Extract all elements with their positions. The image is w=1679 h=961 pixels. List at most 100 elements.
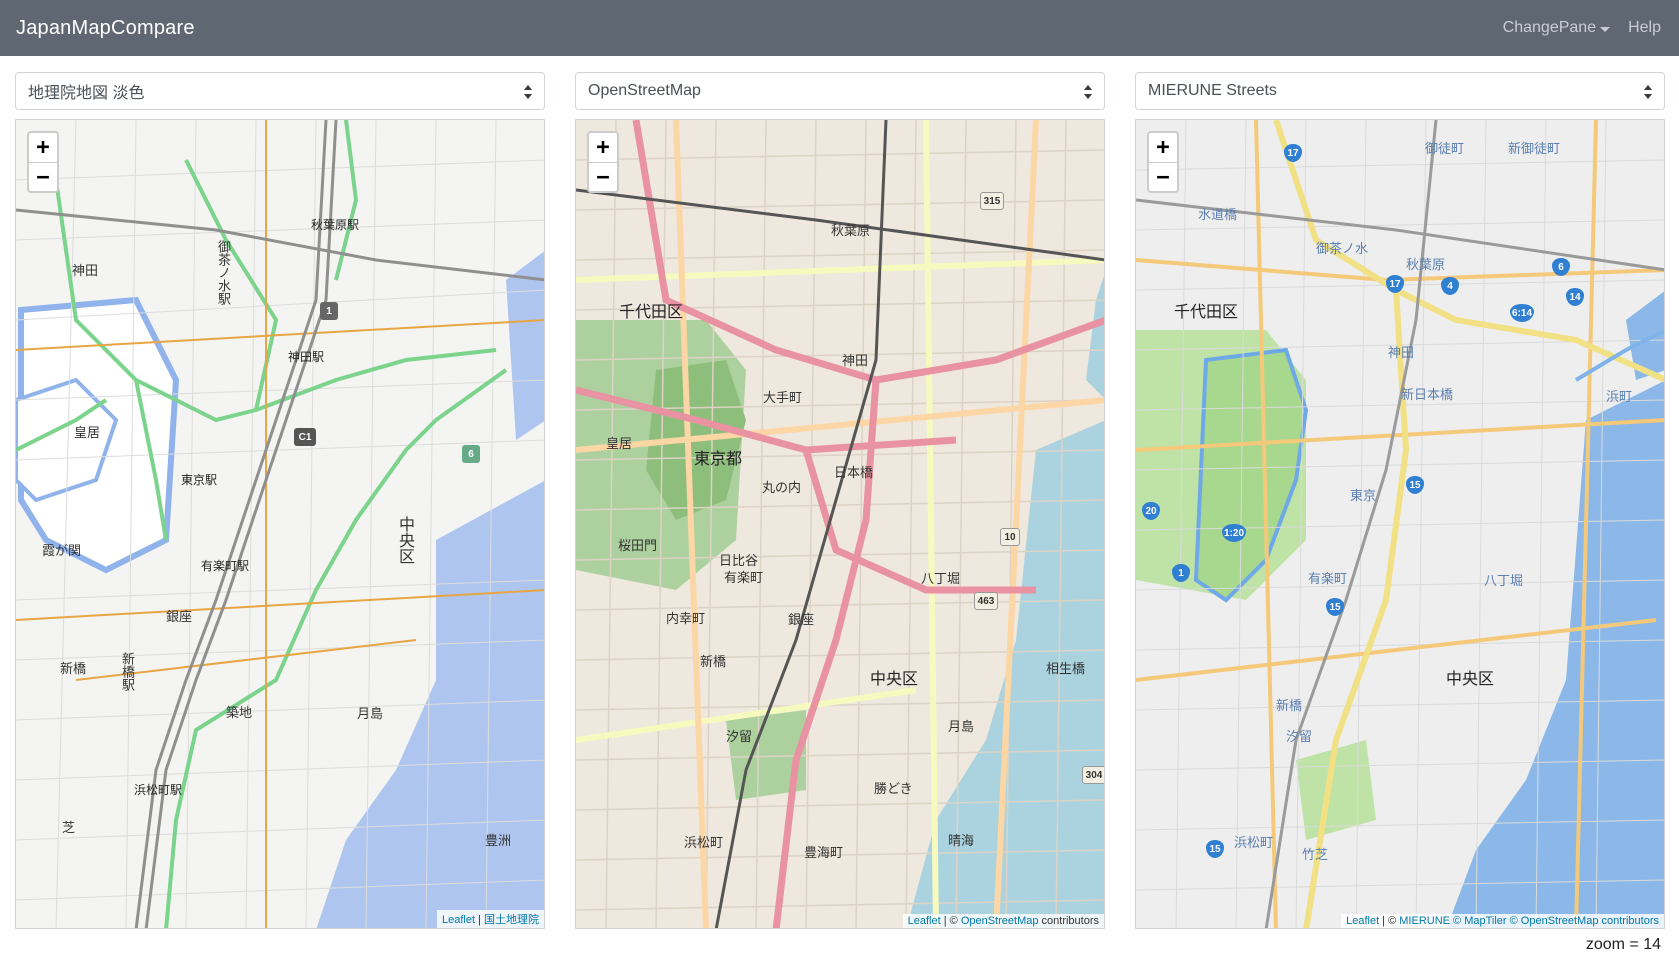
map-label: 八丁堀: [1484, 573, 1524, 588]
map-label: 新橋: [1276, 698, 1303, 713]
map-label: 八丁堀: [921, 571, 961, 586]
map-label: 汐留: [1286, 729, 1313, 744]
map-label: 日比谷: [719, 553, 759, 568]
zoom-out-button[interactable]: −: [589, 162, 617, 191]
map-label: 竹芝: [1302, 847, 1329, 862]
help-link[interactable]: Help: [1628, 19, 1661, 37]
map-label: 中央区: [396, 516, 413, 564]
leaflet-link[interactable]: Leaflet: [908, 915, 941, 927]
route-shield: 10: [1000, 528, 1020, 546]
zoom-control-2: + −: [587, 131, 619, 193]
map-label: 桜田門: [618, 538, 658, 553]
chevron-down-icon: [1600, 26, 1611, 32]
map-label: 新橋: [700, 654, 727, 669]
map-label: 東京都: [694, 451, 743, 468]
map-pane-1: 地理院地図 淡色 秋葉原駅 神田 御茶ノ水駅 神田駅 皇居 東京駅 霞が関 有楽…: [15, 72, 545, 929]
map-label: 秋葉原: [831, 223, 871, 238]
route-shield: 6: [462, 445, 480, 463]
map-label: 皇居: [74, 425, 101, 440]
map-label: 有楽町: [1308, 571, 1348, 586]
attribution-source-link[interactable]: OpenStreetMap: [961, 915, 1039, 927]
route-shield: C1: [294, 428, 316, 446]
attribution-suffix: contributors: [1038, 915, 1099, 927]
map-label: 新橋駅: [120, 652, 135, 691]
route-shield: 463: [974, 592, 998, 610]
zoom-control-3: + −: [1147, 131, 1179, 193]
map-label: 神田: [842, 353, 869, 368]
map-label: 水道橋: [1198, 207, 1238, 222]
map-label: 銀座: [788, 612, 815, 627]
map-label: 新橋: [60, 661, 87, 676]
layer-select-1[interactable]: 地理院地図 淡色: [15, 72, 545, 110]
map-label: 千代田区: [619, 304, 684, 321]
select-arrows-icon: [1084, 85, 1092, 99]
attribution-separator: |: [475, 914, 484, 926]
map-label: 霞が関: [42, 543, 82, 558]
map-label: 新御徒町: [1508, 141, 1561, 156]
zoom-out-button[interactable]: −: [1149, 162, 1177, 191]
leaflet-link[interactable]: Leaflet: [1346, 915, 1379, 927]
map-attribution-1: Leaflet | 国土地理院: [436, 910, 544, 928]
map-label: 東京: [1350, 488, 1377, 503]
layer-select-1-value: 地理院地図 淡色: [28, 85, 145, 102]
map-label: 豊洲: [485, 833, 512, 848]
map-label: 浜松町: [684, 835, 724, 850]
map-label: 御茶ノ水: [1316, 241, 1369, 256]
layer-select-3[interactable]: MIERUNE Streets: [1135, 72, 1665, 110]
change-pane-dropdown[interactable]: ChangePane: [1502, 19, 1611, 37]
zoom-in-button[interactable]: +: [589, 133, 617, 162]
map-label: 丸の内: [762, 480, 802, 495]
map-attribution-2: Leaflet | © OpenStreetMap contributors: [902, 914, 1104, 928]
map-label: 千代田区: [1174, 304, 1239, 321]
map-label: 大手町: [763, 390, 803, 405]
attribution-source-link[interactable]: 国土地理院: [484, 914, 539, 926]
map-label: 日本橋: [834, 465, 874, 480]
route-shield: 315: [980, 192, 1004, 210]
map-label: 中央区: [1446, 671, 1495, 688]
map-label: 東京駅: [181, 473, 218, 487]
map-label: 有楽町駅: [201, 559, 250, 573]
attribution-source-link[interactable]: MIERUNE © MapTiler © OpenStreetMap contr…: [1399, 915, 1659, 927]
map-label: 内幸町: [666, 611, 706, 626]
map-view-1[interactable]: 秋葉原駅 神田 御茶ノ水駅 神田駅 皇居 東京駅 霞が関 有楽町駅 銀座 中央区…: [15, 119, 545, 929]
map-label: 豊海町: [804, 845, 844, 860]
map-label: 晴海: [948, 833, 975, 848]
map-label: 月島: [948, 719, 975, 734]
map-label: 皇居: [606, 436, 633, 451]
map-view-3[interactable]: 千代田区 中央区 水道橋 御茶ノ水 秋葉原 新日本橋 東京 有楽町 新橋 汐留 …: [1135, 119, 1665, 929]
map-label: 浜町: [1606, 389, 1633, 404]
map-view-2[interactable]: 千代田区 東京都 皇居 秋葉原 神田 大手町 丸の内 日本橋 有楽町 銀座 中央…: [575, 119, 1105, 929]
leaflet-link[interactable]: Leaflet: [442, 914, 475, 926]
map-label: 銀座: [166, 609, 193, 624]
map-pane-3: MIERUNE Streets 千代田区 中央区 水道橋 御茶ノ水 秋葉原 新日…: [1135, 72, 1665, 929]
layer-select-2[interactable]: OpenStreetMap: [575, 72, 1105, 110]
zoom-in-button[interactable]: +: [1149, 133, 1177, 162]
map-label: 浜松町駅: [134, 783, 183, 797]
top-navbar: JapanMapCompare ChangePane Help: [0, 0, 1679, 56]
select-arrows-icon: [524, 85, 532, 99]
map-tiles-3: [1136, 120, 1664, 928]
select-arrows-icon: [1644, 85, 1652, 99]
map-label: 新日本橋: [1401, 387, 1454, 402]
map-tiles-1: [16, 120, 544, 928]
map-label: 築地: [226, 705, 253, 720]
map-label: 中央区: [870, 671, 919, 688]
map-label: 神田: [1388, 345, 1415, 360]
map-pane-2: OpenStreetMap 千代田区 東京都 皇居 秋葉原 神田 大手町 丸の内…: [575, 72, 1105, 929]
map-label: 相生橋: [1046, 661, 1086, 676]
attribution-separator: | ©: [1379, 915, 1400, 927]
zoom-in-button[interactable]: +: [29, 133, 57, 162]
app-brand[interactable]: JapanMapCompare: [16, 17, 195, 40]
zoom-level-status: zoom = 14: [1585, 936, 1661, 953]
nav-right: ChangePane Help: [1503, 19, 1663, 37]
map-label: 御茶ノ水駅: [216, 240, 231, 305]
layer-select-2-value: OpenStreetMap: [588, 82, 701, 99]
map-label: 月島: [357, 706, 384, 721]
map-label: 秋葉原: [1406, 257, 1446, 272]
change-pane-label: ChangePane: [1502, 19, 1597, 36]
map-label: 浜松町: [1234, 835, 1274, 850]
zoom-out-button[interactable]: −: [29, 162, 57, 191]
route-shield: 304: [1082, 766, 1104, 784]
map-label: 神田駅: [288, 350, 325, 364]
map-label: 芝: [62, 820, 76, 835]
